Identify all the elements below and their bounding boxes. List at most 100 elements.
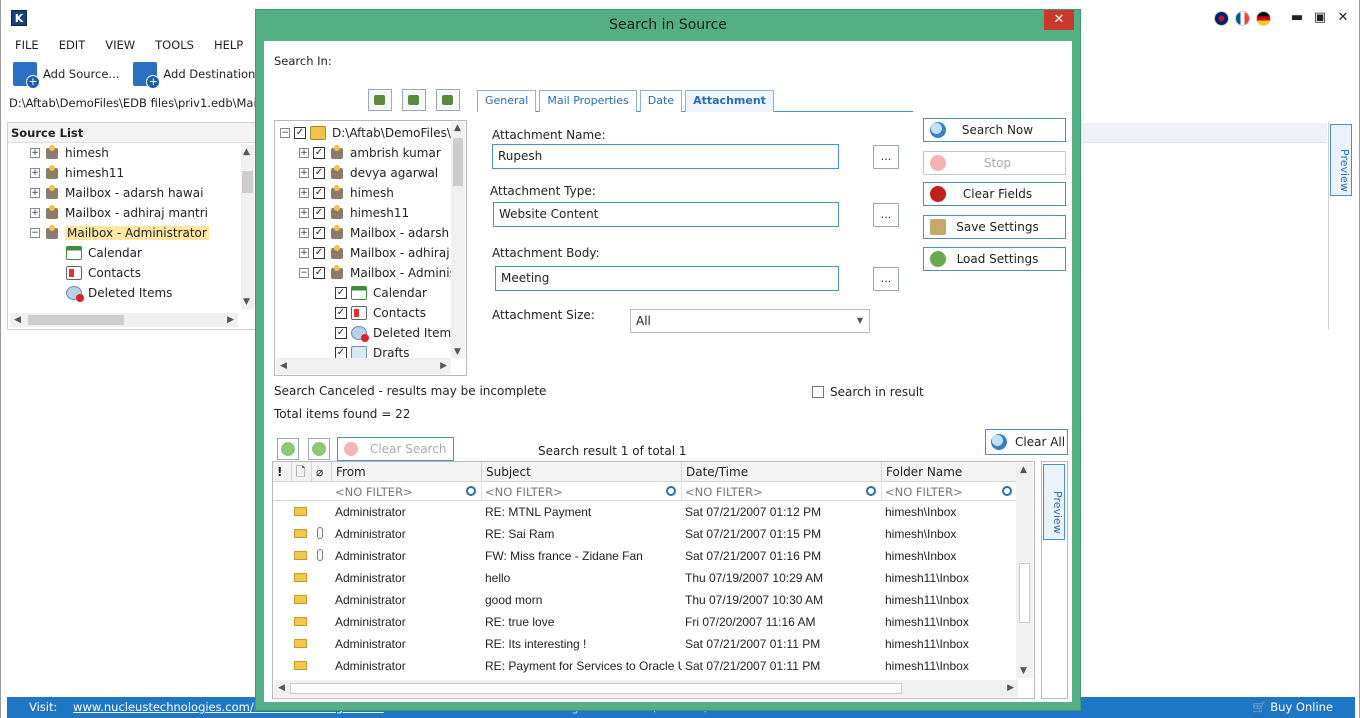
expand-icon[interactable]: + [30,188,40,198]
minimize-icon[interactable]: ▬ [1287,8,1307,28]
tree-item[interactable]: ✓ Deleted Items [275,323,466,343]
tree-checkbox[interactable]: ✓ [335,307,347,319]
checkbox-box[interactable] [812,386,824,398]
scroll-thumb[interactable] [1019,563,1030,623]
tree-checkbox[interactable]: ✓ [294,127,306,139]
table-row[interactable]: Administrator RE: Payment for Services to… [273,655,1017,677]
clear-search-button[interactable]: Clear Search [337,437,454,461]
tree-horizontal-scrollbar[interactable]: ◀ ▶ [276,358,451,374]
tree-checkbox[interactable]: ✓ [313,147,325,159]
attachment-type-browse-button[interactable]: ... [873,203,899,227]
collapse-icon[interactable]: − [299,268,309,278]
grid-vertical-scrollbar[interactable]: ▲ ▼ [1016,463,1033,678]
tab-attachment[interactable]: Attachment [685,90,774,112]
next-result-button[interactable] [308,438,330,460]
clear-fields-button[interactable]: Clear Fields [923,182,1066,206]
menu-file[interactable]: FILE [15,36,39,54]
scroll-left-icon[interactable]: ◀ [14,315,21,325]
menu-edit[interactable]: EDIT [59,36,86,54]
preview-tab[interactable]: Preview [1330,124,1352,196]
source-horizontal-scrollbar[interactable]: ◀ ▶ [10,313,238,327]
table-row[interactable]: Administrator hello Thu 07/19/2007 10:29 A… [273,567,1017,589]
english-flag-icon[interactable] [1214,11,1229,26]
tab-mail-properties[interactable]: Mail Properties [539,90,637,112]
folder-column-header[interactable]: Folder Name [882,462,1017,482]
dialog-close-button[interactable]: ✕ [1044,10,1074,30]
scroll-thumb[interactable] [453,138,463,186]
folder-filter[interactable]: <NO FILTER> [882,483,1017,501]
scroll-up-icon[interactable]: ▲ [243,147,250,157]
table-row[interactable]: Administrator RE: MTNL Payment Sat 07/21/2… [273,501,1017,523]
scroll-down-icon[interactable]: ▼ [1020,666,1027,676]
tree-item[interactable]: + ✓ ambrish kumar [275,143,466,163]
scroll-up-icon[interactable]: ▲ [1020,465,1027,475]
save-settings-button[interactable]: Save Settings [923,215,1066,239]
menu-view[interactable]: VIEW [105,36,135,54]
previous-result-button[interactable] [277,438,299,460]
attachment-name-browse-button[interactable]: ... [873,145,899,169]
table-row[interactable]: Administrator RE: Sai Ram Sat 07/21/2007 0… [273,523,1017,545]
tree-checkbox[interactable]: ✓ [335,287,347,299]
scroll-down-icon[interactable]: ▼ [243,297,250,307]
source-folder-calendar[interactable]: Calendar [30,243,256,263]
search-now-button[interactable]: Search Now [923,118,1066,142]
expand-icon[interactable]: + [30,168,40,178]
expand-icon[interactable]: + [299,208,309,218]
collapse-icon[interactable]: − [280,128,290,138]
scroll-down-icon[interactable]: ▼ [454,347,461,357]
tree-item[interactable]: ✓ Calendar [275,283,466,303]
tree-item[interactable]: + ✓ Mailbox - adarsh h [275,223,466,243]
tab-general[interactable]: General [477,90,537,112]
buy-online-button[interactable]: 🛒 Buy Online [1252,697,1333,718]
source-item[interactable]: + Mailbox - adhiraj mantri [30,203,256,223]
expand-icon[interactable]: + [30,208,40,218]
source-item-selected[interactable]: − Mailbox - Administrator [30,223,256,243]
refresh-tree-icon[interactable] [436,89,460,111]
tree-checkbox[interactable]: ✓ [313,247,325,259]
deselect-all-icon[interactable] [402,89,426,111]
scroll-thumb[interactable] [242,171,253,193]
grid-horizontal-scrollbar[interactable]: ◀ ▶ [274,680,1018,697]
attachment-body-input[interactable]: Meeting [495,266,839,291]
table-row[interactable]: Administrator RE: true love Fri 07/20/2007… [273,611,1017,633]
tree-item[interactable]: + ✓ Mailbox - adhiraj m [275,243,466,263]
scroll-left-icon[interactable]: ◀ [280,361,287,371]
collapse-icon[interactable]: − [30,228,40,238]
tree-item[interactable]: + ✓ devya agarwal [275,163,466,183]
expand-icon[interactable]: + [299,188,309,198]
scroll-right-icon[interactable]: ▶ [440,361,447,371]
french-flag-icon[interactable] [1235,11,1250,26]
menu-tools[interactable]: TOOLS [155,36,194,54]
source-folder-deleted[interactable]: Deleted Items [30,283,256,303]
tree-checkbox[interactable]: ✓ [335,327,347,339]
menu-help[interactable]: HELP [214,36,243,54]
from-filter[interactable]: <NO FILTER> [332,483,482,501]
tree-item[interactable]: ✓ Contacts [275,303,466,323]
subject-column-header[interactable]: Subject [482,462,682,482]
select-all-icon[interactable] [368,89,392,111]
date-filter[interactable]: <NO FILTER> [682,483,882,501]
table-row[interactable]: Administrator good morn Thu 07/19/2007 10:… [273,589,1017,611]
source-vertical-scrollbar[interactable]: ▲ ▼ [241,145,254,309]
table-row[interactable]: Administrator FW: Miss france - Zidane Fa… [273,545,1017,567]
tree-item[interactable]: − ✓ Mailbox - Adminis [275,263,466,283]
tab-date[interactable]: Date [639,90,683,112]
tree-item[interactable]: + ✓ himesh [275,183,466,203]
tree-checkbox[interactable]: ✓ [313,267,325,279]
source-folder-contacts[interactable]: Contacts [30,263,256,283]
expand-icon[interactable]: + [299,228,309,238]
tree-item[interactable]: − ✓ D:\Aftab\DemoFiles\E [275,123,466,143]
scroll-left-icon[interactable]: ◀ [278,683,285,693]
source-item[interactable]: + Mailbox - adarsh hawai [30,183,256,203]
type-column-header[interactable]: 🗋 [292,462,312,482]
source-item[interactable]: + himesh [30,143,256,163]
importance-column-header[interactable]: ! [273,462,292,482]
scroll-thumb[interactable] [28,315,124,325]
clear-all-button[interactable]: Clear All [985,429,1068,455]
source-item[interactable]: + himesh11 [30,163,256,183]
search-in-result-checkbox[interactable]: Search in result [812,385,924,399]
close-icon[interactable]: ✕ [1333,8,1353,28]
stop-button[interactable]: Stop [923,151,1066,175]
tree-item[interactable]: + ✓ himesh11 [275,203,466,223]
expand-icon[interactable]: + [299,168,309,178]
